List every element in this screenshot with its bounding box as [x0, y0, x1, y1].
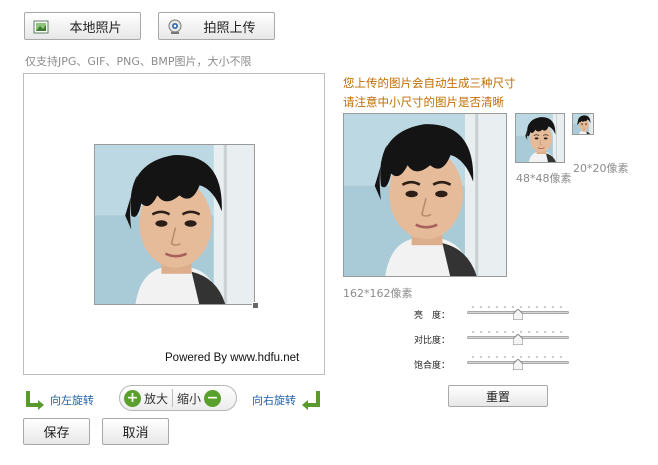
contrast-slider[interactable] [467, 331, 569, 345]
preview-medium [515, 113, 565, 163]
save-button[interactable]: 保存 [23, 418, 90, 445]
crop-resize-handle[interactable] [252, 302, 259, 309]
photo-editor-canvas[interactable]: Powered By www.hdfu.net [23, 73, 325, 375]
image-icon [33, 20, 49, 34]
rotate-right-icon [302, 391, 320, 410]
portrait-small [573, 114, 594, 135]
save-label: 保存 [43, 426, 70, 441]
plus-icon: + [124, 389, 141, 407]
brightness-slider[interactable] [467, 306, 569, 320]
notice-line-1: 您上传的图片会自动生成三种尺寸 [343, 76, 516, 90]
contrast-slider-thumb[interactable] [513, 334, 523, 345]
preview-small [572, 113, 594, 135]
saturation-slider[interactable] [467, 356, 569, 370]
local-photo-label: 本地照片 [69, 20, 122, 36]
portrait-large [344, 114, 507, 277]
zoom-out-label: 缩小 [177, 391, 202, 406]
rotate-left-label: 向左旋转 [50, 394, 94, 407]
zoom-in-button[interactable]: + 放大 [120, 386, 172, 410]
saturation-slider-thumb[interactable] [513, 359, 523, 370]
preview-large-caption: 162*162像素 [343, 287, 413, 300]
powered-by-text: Powered By www.hdfu.net [165, 352, 300, 364]
brightness-slider-thumb[interactable] [513, 309, 523, 320]
reset-label: 重置 [485, 389, 510, 404]
contrast-label: 对比度： [413, 336, 450, 346]
reset-button[interactable]: 重置 [448, 385, 548, 407]
portrait-medium [516, 114, 565, 163]
zoom-control: + 放大 缩小 − [119, 385, 237, 411]
webcam-icon [168, 19, 182, 34]
preview-small-caption: 20*20像素 [573, 162, 629, 175]
notice-line-2: 请注意中小尺寸的图片是否清晰 [343, 95, 504, 109]
cancel-label: 取消 [122, 426, 149, 441]
rotate-right-label: 向右旋转 [252, 394, 296, 407]
brightness-label: 亮 度： [413, 311, 450, 321]
rotate-right-button[interactable]: 向右旋转 [252, 389, 322, 411]
rotate-left-button[interactable]: 向左旋转 [24, 389, 94, 411]
camera-upload-label: 拍照上传 [203, 20, 256, 36]
portrait-photo [95, 145, 255, 305]
zoom-in-label: 放大 [144, 391, 169, 406]
format-hint: 仅支持JPG、GIF、PNG、BMP图片，大小不限 [25, 55, 252, 68]
preview-medium-caption: 48*48像素 [516, 172, 572, 185]
cancel-button[interactable]: 取消 [102, 418, 169, 445]
rotate-left-icon [26, 391, 44, 410]
crop-photo[interactable] [94, 144, 255, 305]
camera-upload-button[interactable]: 拍照上传 [158, 12, 275, 40]
zoom-out-button[interactable]: 缩小 − [173, 386, 225, 410]
local-photo-button[interactable]: 本地照片 [24, 12, 141, 40]
preview-large [343, 113, 507, 277]
saturation-label: 饱合度： [413, 361, 450, 371]
minus-icon: − [204, 389, 222, 407]
